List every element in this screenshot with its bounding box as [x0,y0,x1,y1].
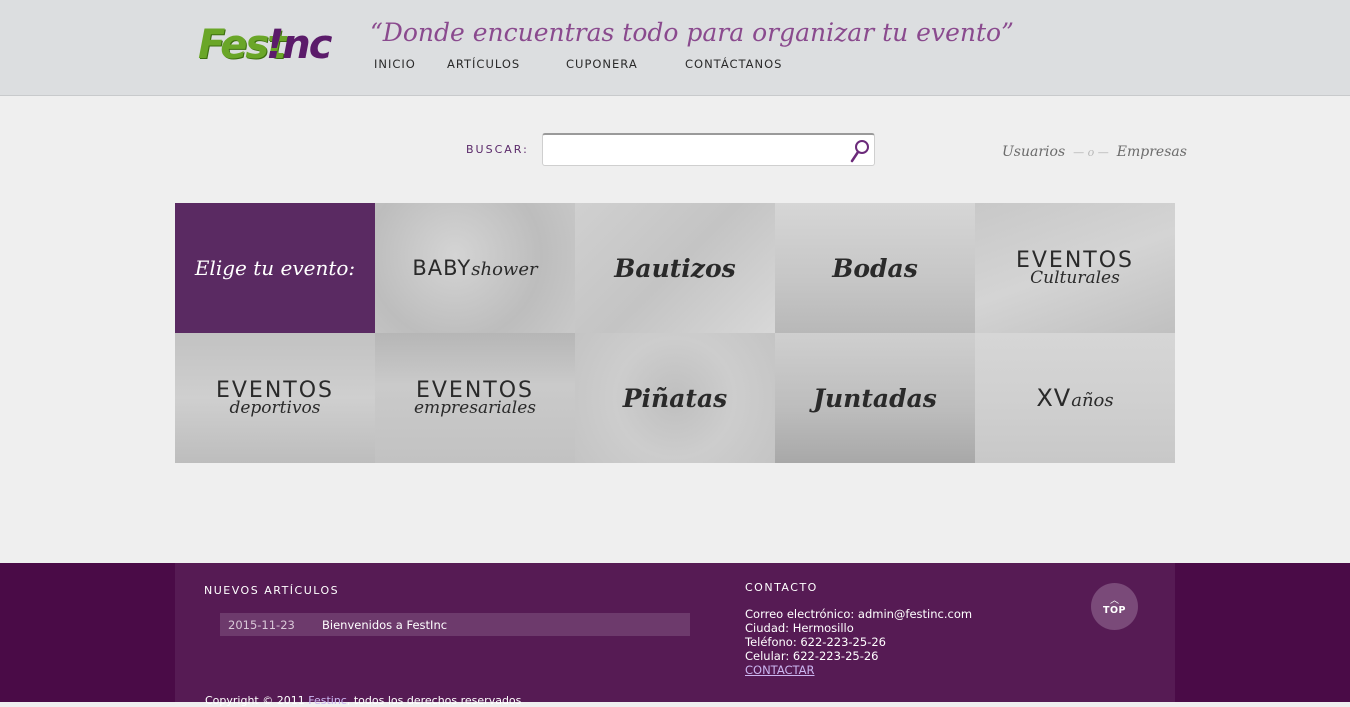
event-intro-text: Elige tu evento: [194,256,356,280]
event-tile-eventos-deportivos[interactable]: EVENTOS deportivos [175,333,375,463]
copyright-prefix: Copyright © 2011 [205,694,309,707]
user-links: Usuarios — o — Empresas [1002,144,1187,160]
event-tile-xv-anos[interactable]: XVaños [975,333,1175,463]
tile-label-title: Bodas [832,253,918,283]
search-input[interactable] [543,135,843,164]
user-links-separator: — o — [1073,146,1109,159]
tile-label-caps: BABY [412,255,472,280]
tile-label-title: Bautizos [614,253,736,283]
slogan: “Donde encuentras todo para organizar tu… [370,18,1014,47]
usuarios-link[interactable]: Usuarios [1002,144,1065,160]
copyright-suffix: , todos los derechos reservados [346,694,522,707]
new-articles-title: NUEVOS ARTÍCULOS [204,584,340,597]
tile-label-sub: empresariales [413,397,537,418]
contact-email: Correo electrónico: admin@festinc.com [745,607,973,621]
event-tile-bodas[interactable]: Bodas [775,203,975,333]
empresas-link[interactable]: Empresas [1117,144,1187,160]
search-label: BUSCAR: [466,143,529,156]
tile-label-caps: XV [1036,384,1072,412]
contact-title: CONTACTO [745,581,818,594]
tile-label-sub: shower [471,258,538,280]
article-date: 2015-11-23 [228,617,295,632]
top-label: TOP [1102,605,1127,616]
nav-item-articulos[interactable]: ARTÍCULOS [447,57,520,71]
footer-content: NUEVOS ARTÍCULOS 2015-11-23 Bienvenidos … [175,563,1175,707]
copyright: Copyright © 2011 Festinc, todos los dere… [205,694,521,707]
article-row[interactable]: 2015-11-23 Bienvenidos a FestInc [220,613,690,636]
event-tile-eventos-culturales[interactable]: EVENTOS Culturales [975,203,1175,333]
tile-label-sub: deportivos [229,397,321,418]
footer: NUEVOS ARTÍCULOS 2015-11-23 Bienvenidos … [0,563,1350,707]
article-title[interactable]: Bienvenidos a FestInc [322,618,447,632]
event-intro-tile: Elige tu evento: [175,203,375,333]
nav-item-cuponera[interactable]: CUPONERA [566,57,638,71]
event-tile-eventos-empresariales[interactable]: EVENTOS empresariales [375,333,575,463]
contact-mobile: Celular: 622-223-25-26 [745,649,879,663]
event-grid: Elige tu evento: BABYshower Bautizos Bod… [175,203,1175,463]
chevron-up-icon: ︿ [1109,596,1119,606]
contact-phone: Teléfono: 622-223-25-26 [745,635,886,649]
festinc-logo[interactable]: Fest !nc [198,18,338,80]
tile-label-sub: años [1071,390,1114,411]
tile-label-title: Piñatas [622,383,728,413]
search-icon[interactable] [849,139,871,163]
contactar-link[interactable]: CONTACTAR [745,663,972,677]
contact-city: Ciudad: Hermosillo [745,621,854,635]
event-tile-juntadas[interactable]: Juntadas [775,333,975,463]
event-tile-baby-shower[interactable]: BABYshower [375,203,575,333]
logo-text-inc: !nc [266,22,332,68]
search-box [542,133,875,166]
tile-label-sub: Culturales [1030,267,1120,288]
copyright-brand-link[interactable]: Festinc [308,694,347,707]
event-tile-pinatas[interactable]: Piñatas [575,333,775,463]
nav-item-inicio[interactable]: INICIO [374,57,416,71]
contact-info: Correo electrónico: admin@festinc.com Ci… [745,607,972,677]
header: Fest !nc “Donde encuentras todo para org… [0,0,1350,96]
tile-label-title: Juntadas [813,383,937,413]
back-to-top-button[interactable]: ︿ TOP [1091,583,1138,630]
nav-item-contactanos[interactable]: CONTÁCTANOS [685,57,782,71]
event-tile-bautizos[interactable]: Bautizos [575,203,775,333]
